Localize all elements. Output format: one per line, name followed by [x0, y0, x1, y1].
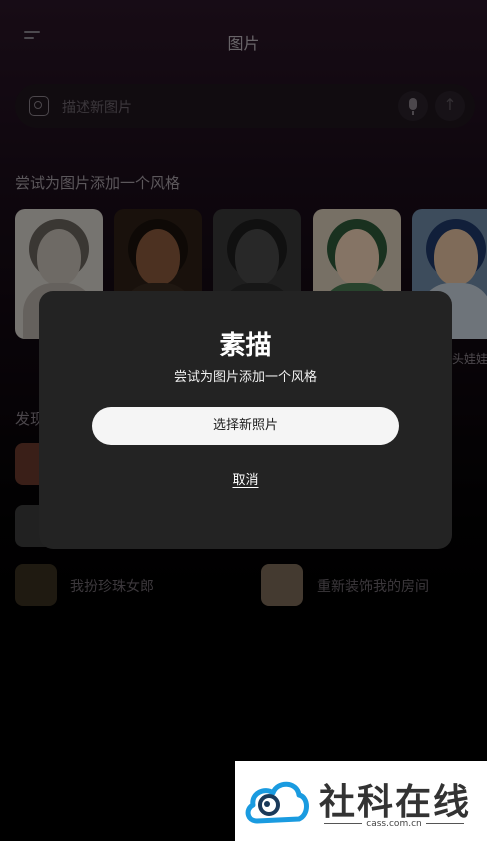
- dialog-subtitle: 尝试为图片添加一个风格: [173, 370, 317, 385]
- select-photo-button[interactable]: 选择新照片: [92, 407, 399, 445]
- cancel-button-label[interactable]: 取消: [232, 473, 258, 488]
- watermark-url: cass.com.cn: [319, 819, 469, 829]
- watermark-title: 社科在线: [319, 782, 472, 823]
- watermark: 社科在线 cass.com.cn: [235, 761, 487, 841]
- cancel-button[interactable]: 取消: [39, 469, 452, 488]
- dialog-title: 素描: [219, 331, 272, 361]
- style-dialog: 素描 尝试为图片添加一个风格 选择新照片 取消: [39, 291, 452, 549]
- cloud-eye-logo-icon: [245, 781, 309, 824]
